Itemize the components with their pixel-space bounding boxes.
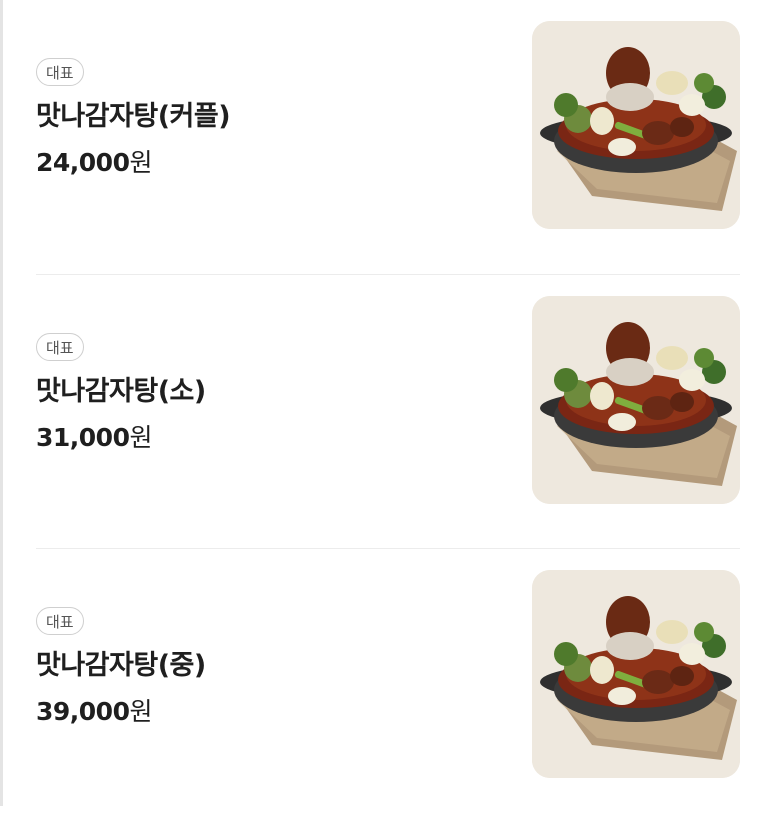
price-value: 39,000	[36, 697, 130, 726]
menu-list: 대표 맛나감자탕(커플) 24,000원 대표 맛나감자탕(소) 31,000원…	[36, 0, 740, 823]
gamjatang-photo-icon	[532, 21, 740, 229]
price-value: 31,000	[36, 422, 130, 452]
price-currency: 원	[129, 697, 152, 726]
representative-badge: 대표	[36, 607, 84, 635]
menu-item-photo[interactable]	[532, 570, 740, 778]
left-border	[0, 0, 3, 806]
representative-badge: 대표	[36, 58, 84, 86]
menu-item-price: 24,000원	[36, 143, 230, 179]
menu-item-price: 39,000원	[36, 692, 206, 728]
menu-item[interactable]: 대표 맛나감자탕(중) 39,000원	[36, 548, 740, 823]
menu-item-price: 31,000원	[36, 418, 206, 454]
menu-item-info: 대표 맛나감자탕(커플) 24,000원	[36, 58, 231, 179]
menu-item-name: 맛나감자탕(중)	[36, 650, 206, 681]
price-currency: 원	[129, 148, 152, 177]
representative-badge: 대표	[36, 332, 84, 361]
price-currency: 원	[129, 422, 152, 452]
gamjatang-photo-icon	[532, 570, 740, 778]
price-value: 24,000	[36, 148, 130, 177]
menu-item[interactable]: 대표 맛나감자탕(소) 31,000원	[36, 273, 740, 549]
menu-item[interactable]: 대표 맛나감자탕(커플) 24,000원	[36, 0, 740, 274]
menu-item-name: 맛나감자탕(커플)	[36, 101, 231, 132]
menu-item-info: 대표 맛나감자탕(중) 39,000원	[36, 607, 206, 728]
menu-item-photo[interactable]	[532, 21, 740, 229]
menu-item-name: 맛나감자탕(소)	[36, 375, 206, 407]
menu-item-photo[interactable]	[532, 295, 740, 504]
menu-item-info: 대표 맛나감자탕(소) 31,000원	[36, 332, 206, 454]
gamjatang-photo-icon	[532, 295, 740, 504]
